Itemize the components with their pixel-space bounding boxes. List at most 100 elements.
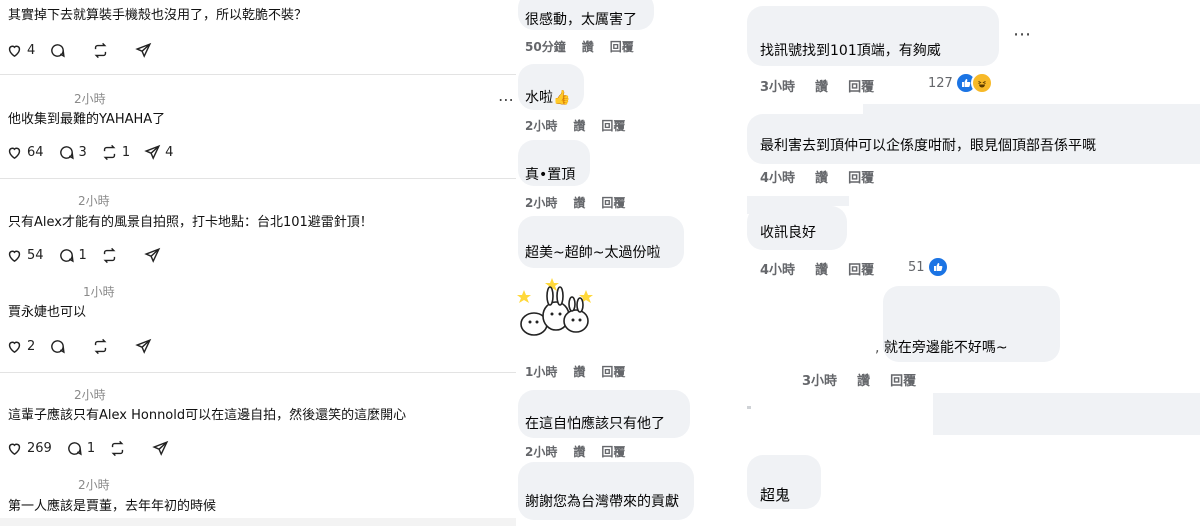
reply-link[interactable]: 回覆 — [601, 196, 625, 210]
fb-comments-right: 找訊號找到101頂端，有夠威 ⋯ 3小時讚回覆 127 最利害去到頂仲可以企係度… — [735, 0, 1200, 526]
comment-text: 謝謝您為台灣帶來的貢獻 — [525, 494, 679, 510]
like-link[interactable]: 讚 — [582, 40, 594, 54]
comment-icon — [59, 146, 74, 160]
reply-text: 他收集到最難的YAHAHA了 — [8, 112, 166, 127]
comment-button[interactable]: 3 — [58, 144, 87, 161]
reply-time: 2小時 — [74, 92, 106, 106]
repost-icon — [94, 338, 107, 355]
repost-button[interactable] — [101, 247, 130, 264]
repost-icon — [94, 42, 107, 59]
repost-icon — [111, 440, 124, 457]
redacted-block — [933, 393, 1200, 435]
repost-button[interactable]: 1 — [101, 144, 130, 161]
share-icon — [144, 247, 161, 263]
comment-meta: 50分鐘 讚 回覆 — [525, 38, 650, 55]
reaction-count: 127 — [928, 75, 953, 91]
comment-count: 1 — [78, 248, 87, 263]
share-button[interactable] — [152, 440, 181, 457]
like-link[interactable]: 讚 — [815, 263, 828, 278]
comment-button[interactable] — [49, 42, 78, 59]
repost-button[interactable] — [92, 338, 121, 355]
reply-time: 2小時 — [78, 478, 110, 492]
like-button[interactable]: 2 — [6, 338, 35, 355]
share-button[interactable] — [144, 247, 173, 264]
reply-link[interactable]: 回覆 — [848, 171, 874, 186]
like-button[interactable]: 54 — [6, 247, 44, 264]
like-link[interactable]: 讚 — [857, 374, 870, 389]
like-link[interactable]: 讚 — [573, 445, 585, 459]
like-button[interactable]: 269 — [6, 440, 52, 457]
share-icon — [152, 440, 169, 456]
comment-button[interactable]: 1 — [66, 440, 95, 457]
comment-icon — [59, 249, 74, 263]
share-button[interactable] — [135, 42, 164, 59]
fb-comments-left: 很感動，太厲害了 50分鐘讚回覆 水啦👍 2小時讚回覆 真•置頂 2小時讚回覆 … — [516, 0, 694, 526]
like-count: 64 — [27, 145, 44, 160]
heart-icon — [8, 147, 21, 160]
comment-meta: 2小時 讚 回覆 — [525, 117, 641, 134]
like-link[interactable]: 讚 — [573, 119, 585, 133]
comment-icon — [51, 44, 66, 58]
reply-text: 只有Alex才能有的風景自拍照，打卡地點：台北101避雷針頂！ — [8, 215, 373, 230]
comment-text: , 就在旁邊能不好嗎~ — [875, 340, 1008, 356]
repost-button[interactable] — [109, 440, 138, 457]
comment-text: 在這自怕應該只有他了 — [525, 416, 665, 432]
reply-actions: 2 — [6, 338, 178, 355]
comment-button[interactable]: 1 — [58, 247, 87, 264]
heart-icon — [8, 250, 21, 263]
like-button[interactable]: 4 — [6, 42, 35, 59]
reply-link[interactable]: 回覆 — [601, 445, 625, 459]
reply-actions: 64 3 1 4 — [6, 144, 187, 161]
reply-text: 第一人應該是賈董，去年年初的時候 — [8, 499, 217, 514]
reply-link[interactable]: 回覆 — [890, 374, 916, 389]
like-link[interactable]: 讚 — [815, 171, 828, 186]
comment-meta: 2小時 讚 回覆 — [525, 194, 641, 211]
comment-time: 4小時 — [760, 263, 796, 278]
comment-text: 很感動，太厲害了 — [525, 12, 637, 28]
comment-time: 50分鐘 — [525, 40, 566, 54]
comment-meta: 4小時 讚 回覆 — [760, 259, 894, 278]
like-link[interactable]: 讚 — [573, 365, 585, 379]
reaction-summary[interactable]: 51 — [908, 256, 949, 278]
reply-link[interactable]: 回覆 — [601, 365, 625, 379]
share-icon — [144, 144, 161, 160]
repost-button[interactable] — [92, 42, 121, 59]
share-button[interactable]: 4 — [144, 144, 173, 161]
comment-meta: 4小時 讚 回覆 — [760, 167, 894, 186]
like-count: 2 — [27, 339, 36, 354]
reply-link[interactable]: 回覆 — [610, 40, 634, 54]
reaction-count: 51 — [908, 259, 925, 275]
comment-meta: 2小時 讚 回覆 — [525, 443, 641, 460]
like-count: 269 — [27, 441, 52, 456]
divider — [0, 178, 516, 179]
like-icon — [926, 256, 949, 278]
like-button[interactable]: 64 — [6, 144, 44, 161]
haha-icon — [970, 72, 993, 94]
reply-actions: 54 1 — [6, 247, 187, 264]
like-link[interactable]: 讚 — [815, 80, 828, 95]
comment-text: 真•置頂 — [525, 167, 576, 183]
comment-time: 3小時 — [802, 374, 838, 389]
comment-text: 水啦👍 — [525, 90, 571, 106]
comment-meta: 3小時 讚 回覆 — [760, 76, 894, 95]
share-button[interactable] — [135, 338, 164, 355]
comment-icon — [51, 340, 66, 354]
comment-text: 超美~超帥~太過份啦 — [525, 245, 661, 261]
reply-time: 2小時 — [78, 194, 110, 208]
comment-text: 超鬼 — [760, 486, 791, 504]
like-count: 4 — [27, 43, 36, 58]
more-options-icon[interactable]: ⋯ — [498, 90, 514, 109]
comment-button[interactable] — [49, 338, 78, 355]
reaction-summary[interactable]: 127 — [928, 72, 993, 94]
heart-icon — [8, 45, 21, 58]
like-link[interactable]: 讚 — [573, 196, 585, 210]
reply-link[interactable]: 回覆 — [601, 119, 625, 133]
comment-time: 1小時 — [525, 365, 558, 379]
bunny-sticker — [517, 278, 593, 336]
more-options-icon[interactable]: ⋯ — [1013, 24, 1031, 45]
redacted-mark — [747, 406, 751, 409]
reply-link[interactable]: 回覆 — [848, 80, 874, 95]
share-count: 4 — [165, 145, 174, 160]
comment-meta: 1小時 讚 回覆 — [525, 363, 641, 380]
reply-link[interactable]: 回覆 — [848, 263, 874, 278]
